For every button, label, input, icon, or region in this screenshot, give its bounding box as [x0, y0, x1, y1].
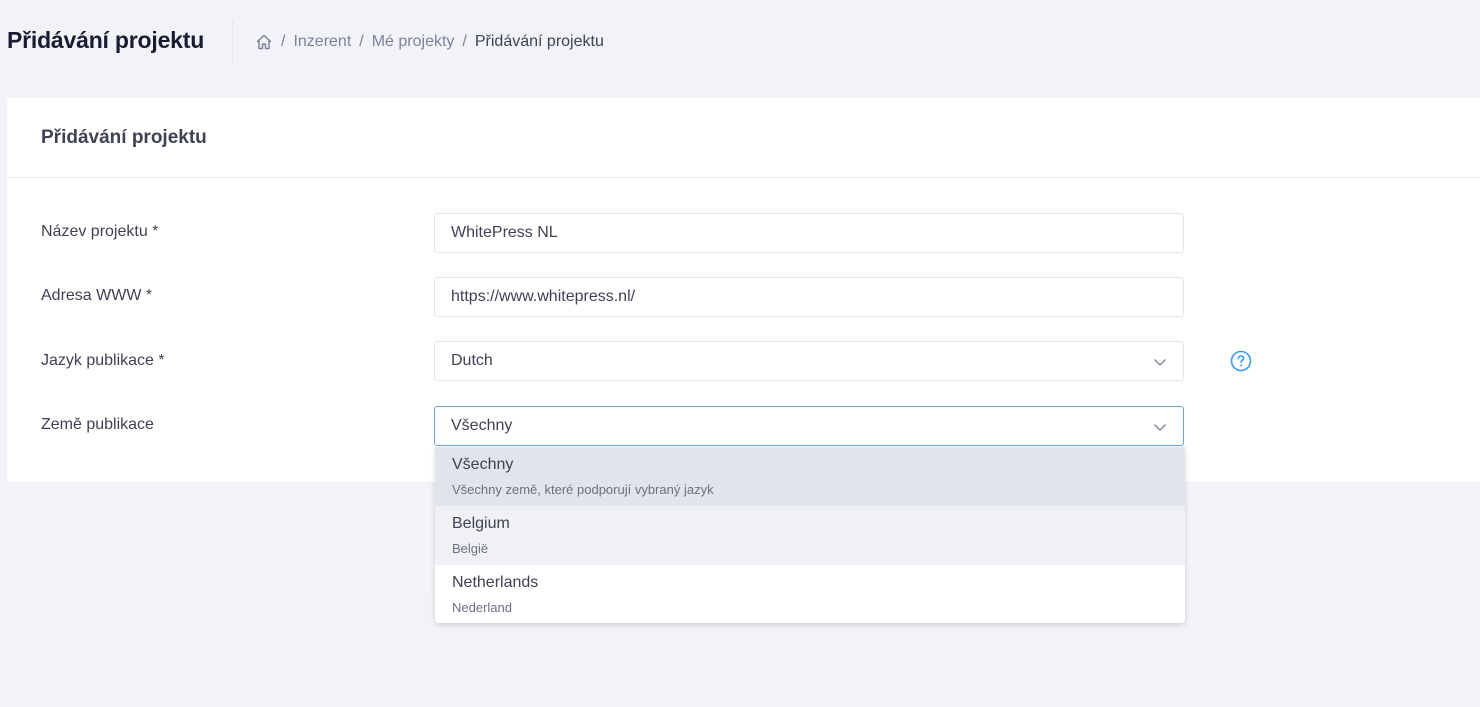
country-select[interactable]: Všechny [434, 406, 1184, 446]
language-label: Jazyk publikace * [41, 352, 165, 369]
dropdown-option-belgium[interactable]: Belgium België [435, 506, 1185, 565]
breadcrumb-separator: / [462, 33, 467, 50]
project-name-label: Název projektu * [41, 223, 159, 240]
breadcrumb-link-my-projects[interactable]: Mé projekty [372, 33, 455, 51]
country-dropdown: Všechny Všechny země, které podporují vy… [435, 447, 1185, 623]
header-divider [232, 20, 233, 64]
chevron-down-icon [1154, 359, 1166, 366]
option-label: Netherlands [452, 574, 539, 591]
dropdown-option-netherlands[interactable]: Netherlands Nederland [435, 565, 1185, 623]
breadcrumb-current: Přidávání projektu [474, 33, 604, 50]
page-title: Přidávání projektu [7, 27, 205, 53]
card-header: Přidávání projektu [7, 98, 1480, 178]
project-name-input[interactable]: WhitePress NL [434, 213, 1184, 253]
breadcrumb-link-inzerent[interactable]: Inzerent [293, 33, 351, 51]
chevron-down-icon [1154, 424, 1166, 431]
option-description: België [452, 541, 489, 556]
option-description: Nederland [452, 600, 512, 615]
country-select-value: Všechny [451, 417, 513, 434]
help-icon[interactable] [1230, 350, 1252, 372]
option-label: Všechny [452, 456, 514, 473]
card-title: Přidávání projektu [41, 127, 207, 148]
home-icon[interactable] [255, 33, 273, 51]
language-select-value: Dutch [451, 352, 493, 369]
url-input[interactable]: https://www.whitepress.nl/ [434, 277, 1184, 317]
breadcrumb: / Inzerent / Mé projekty / Přidávání pro… [255, 31, 604, 53]
url-label: Adresa WWW * [41, 287, 153, 304]
dropdown-option-all[interactable]: Všechny Všechny země, které podporují vy… [435, 447, 1185, 506]
option-label: Belgium [452, 515, 510, 532]
language-select[interactable]: Dutch [434, 341, 1184, 381]
subheader: Přidávání projektu / Inzerent / Mé proje… [0, 0, 1480, 82]
option-description: Všechny země, které podporují vybraný ja… [452, 482, 714, 497]
breadcrumb-separator: / [359, 33, 364, 50]
country-label: Země publikace [41, 416, 154, 433]
breadcrumb-separator: / [281, 33, 286, 50]
